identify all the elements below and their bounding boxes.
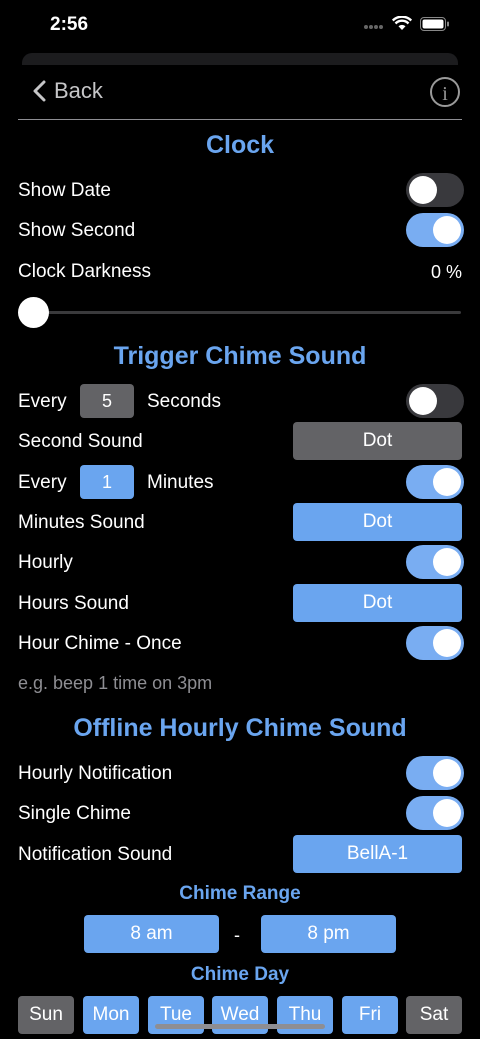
show-second-toggle[interactable] (406, 213, 464, 247)
nav-divider (18, 119, 462, 120)
minutes-chime-toggle[interactable] (406, 465, 464, 499)
seconds-chime-toggle[interactable] (406, 384, 464, 418)
every-minutes-suffix: Minutes (147, 472, 214, 493)
show-second-label: Show Second (18, 220, 136, 241)
hourly-toggle[interactable] (406, 545, 464, 579)
info-icon[interactable]: i (430, 77, 460, 107)
toggle-knob (433, 759, 461, 787)
every-seconds-prefix: Every (18, 391, 67, 412)
back-label: Back (54, 78, 103, 103)
day-mon-button[interactable]: Mon (83, 996, 139, 1034)
hourly-label: Hourly (18, 552, 73, 573)
toggle-knob (433, 629, 461, 657)
status-time: 2:56 (50, 14, 89, 35)
chevron-left-icon (33, 80, 46, 102)
toggle-knob (409, 387, 437, 415)
hour-chime-once-toggle[interactable] (406, 626, 464, 660)
hourly-notification-label: Hourly Notification (18, 763, 173, 784)
hour-chime-once-label: Hour Chime - Once (18, 633, 182, 654)
status-icons (364, 15, 450, 36)
day-sat-button[interactable]: Sat (406, 996, 462, 1034)
notification-sound-button[interactable]: BellA-1 (293, 835, 462, 873)
clock-darkness-label: Clock Darkness (18, 261, 152, 282)
back-button[interactable]: Back (32, 78, 103, 104)
minutes-sound-label: Minutes Sound (18, 512, 145, 533)
clock-section-title: Clock (205, 131, 275, 159)
range-separator: - (234, 925, 240, 945)
notification-sound-label: Notification Sound (18, 844, 173, 865)
darkness-slider-track[interactable] (32, 311, 461, 314)
hours-sound-button[interactable]: Dot (293, 584, 462, 622)
range-start-button[interactable]: 8 am (84, 915, 219, 953)
toggle-knob (433, 216, 461, 244)
show-date-label: Show Date (18, 180, 111, 201)
show-date-toggle[interactable] (406, 173, 464, 207)
chime-day-title: Chime Day (190, 964, 290, 985)
home-indicator (155, 1024, 325, 1029)
day-fri-button[interactable]: Fri (342, 996, 398, 1034)
hours-sound-label: Hours Sound (18, 593, 129, 614)
second-sound-button[interactable]: Dot (293, 422, 462, 460)
toggle-knob (409, 176, 437, 204)
minutes-sound-button[interactable]: Dot (293, 503, 462, 541)
seconds-interval-input[interactable]: 5 (80, 384, 134, 418)
every-seconds-suffix: Seconds (147, 391, 221, 412)
offline-section-title: Offline Hourly Chime Sound (73, 714, 407, 742)
range-end-button[interactable]: 8 pm (261, 915, 396, 953)
second-sound-label: Second Sound (18, 431, 143, 452)
toggle-knob (433, 799, 461, 827)
battery-icon (420, 16, 450, 36)
hourly-notification-toggle[interactable] (406, 756, 464, 790)
clock-darkness-value: 0 % (430, 262, 462, 282)
toggle-knob (433, 548, 461, 576)
toggle-knob (433, 468, 461, 496)
minutes-interval-input[interactable]: 1 (80, 465, 134, 499)
hour-chime-hint: e.g. beep 1 time on 3pm (18, 673, 213, 693)
trigger-section-title: Trigger Chime Sound (113, 342, 367, 370)
sheet-grabber (22, 53, 458, 65)
chime-range-title: Chime Range (179, 883, 301, 904)
darkness-slider-thumb[interactable] (18, 297, 49, 328)
every-minutes-prefix: Every (18, 472, 67, 493)
wifi-icon (391, 15, 413, 36)
day-sun-button[interactable]: Sun (18, 996, 74, 1034)
cellular-signal-icon (364, 17, 384, 35)
single-chime-toggle[interactable] (406, 796, 464, 830)
single-chime-label: Single Chime (18, 803, 131, 824)
